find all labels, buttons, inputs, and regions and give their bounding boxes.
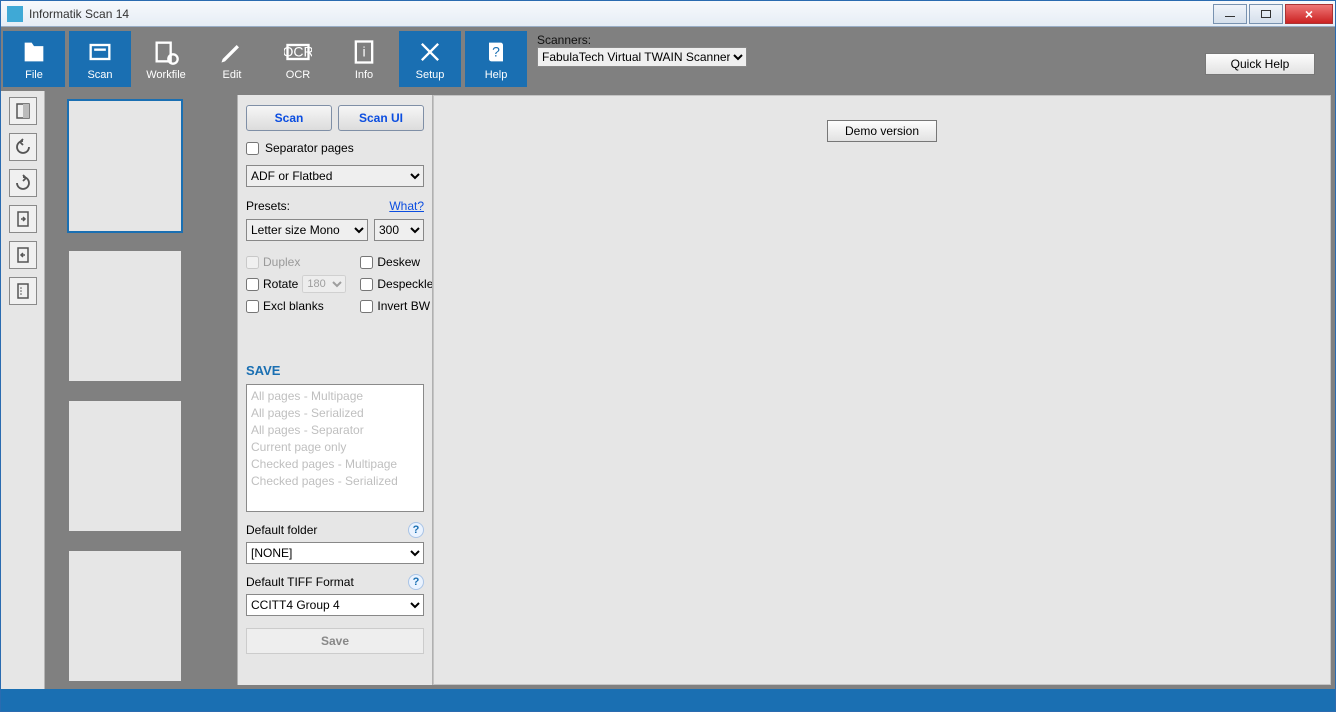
thumbnail[interactable] (69, 401, 181, 531)
toolbar-right: Scanners: FabulaTech Virtual TWAIN Scann… (529, 27, 1335, 91)
page-next-button[interactable] (9, 205, 37, 233)
ocr-label: OCR (286, 69, 310, 81)
help-book-icon: ? (481, 37, 511, 67)
scan-label: Scan (87, 69, 112, 81)
help-label: Help (485, 69, 508, 81)
left-toolstrip (1, 91, 45, 689)
presets-label: Presets: (246, 199, 290, 213)
rotate-angle-dropdown[interactable]: 180 (302, 275, 346, 293)
file-label: File (25, 69, 43, 81)
list-item[interactable]: Current page only (251, 439, 419, 456)
list-item[interactable]: All pages - Serialized (251, 405, 419, 422)
thumbnail-column[interactable] (45, 91, 237, 689)
separator-pages-label: Separator pages (265, 141, 354, 155)
info-label: Info (355, 69, 373, 81)
app-icon (7, 6, 23, 22)
workfile-button[interactable]: Workfile (135, 31, 197, 87)
rotate-checkbox[interactable]: Rotate 180 (246, 275, 346, 293)
scan-button[interactable]: Scan (69, 31, 131, 87)
tools-icon (415, 37, 445, 67)
main-toolbar: File Scan Workfile Edit OCR OCR (1, 27, 1335, 91)
setup-label: Setup (416, 69, 445, 81)
view-page-button[interactable] (9, 97, 37, 125)
folder-icon (19, 37, 49, 67)
list-item[interactable]: All pages - Separator (251, 422, 419, 439)
thumbnail[interactable] (69, 551, 181, 681)
despeckle-checkbox[interactable]: Despeckle (360, 275, 433, 293)
source-dropdown[interactable]: ADF or Flatbed (246, 165, 424, 187)
preset-dropdown[interactable]: Letter size Mono (246, 219, 368, 241)
default-folder-help-icon[interactable]: ? (408, 522, 424, 538)
list-item[interactable]: All pages - Multipage (251, 388, 419, 405)
window-title: Informatik Scan 14 (29, 7, 1213, 21)
svg-text:i: i (362, 44, 365, 60)
status-bar (1, 689, 1335, 711)
info-icon: i (349, 37, 379, 67)
close-button[interactable]: × (1285, 4, 1333, 24)
scanner-selector: Scanners: FabulaTech Virtual TWAIN Scann… (537, 33, 747, 67)
list-item[interactable]: Checked pages - Multipage (251, 456, 419, 473)
setup-button[interactable]: Setup (399, 31, 461, 87)
thumbnail[interactable] (69, 101, 181, 231)
default-folder-label: Default folder (246, 523, 317, 537)
save-button[interactable]: Save (246, 628, 424, 654)
preview-area: Demo version (433, 95, 1331, 685)
duplex-checkbox[interactable]: Duplex (246, 255, 346, 269)
page-prev-button[interactable] (9, 241, 37, 269)
excl-blanks-checkbox[interactable]: Excl blanks (246, 299, 346, 313)
help-button[interactable]: ? Help (465, 31, 527, 87)
ocr-button[interactable]: OCR OCR (267, 31, 329, 87)
rotate-cw-button[interactable] (9, 169, 37, 197)
save-section-header: SAVE (246, 363, 424, 378)
workfile-label: Workfile (146, 69, 186, 81)
tiff-format-dropdown[interactable]: CCITT4 Group 4 (246, 594, 424, 616)
file-button[interactable]: File (3, 31, 65, 87)
save-options-list[interactable]: All pages - Multipage All pages - Serial… (246, 384, 424, 512)
edit-button[interactable]: Edit (201, 31, 263, 87)
window-controls: × (1213, 4, 1335, 24)
dpi-dropdown[interactable]: 300 (374, 219, 424, 241)
separator-pages-checkbox[interactable]: Separator pages (246, 141, 424, 155)
svg-text:?: ? (492, 44, 500, 60)
svg-text:OCR: OCR (284, 44, 312, 60)
scanners-label: Scanners: (537, 33, 747, 47)
minimize-button[interactable] (1213, 4, 1247, 24)
rotate-ccw-button[interactable] (9, 133, 37, 161)
thumbnail[interactable] (69, 251, 181, 381)
demo-version-button[interactable]: Demo version (827, 120, 937, 142)
tiff-format-help-icon[interactable]: ? (408, 574, 424, 590)
titlebar: Informatik Scan 14 × (1, 1, 1335, 27)
page-properties-button[interactable] (9, 277, 37, 305)
panel-scanui-button[interactable]: Scan UI (338, 105, 424, 131)
deskew-checkbox[interactable]: Deskew (360, 255, 433, 269)
default-folder-dropdown[interactable]: [NONE] (246, 542, 424, 564)
edit-label: Edit (223, 69, 242, 81)
tiff-format-label: Default TIFF Format (246, 575, 354, 589)
panel-scan-button[interactable]: Scan (246, 105, 332, 131)
list-item[interactable]: Checked pages - Serialized (251, 473, 419, 490)
pencil-icon (217, 37, 247, 67)
scanner-icon (85, 37, 115, 67)
ocr-icon: OCR (283, 37, 313, 67)
main-area: Scan Scan UI Separator pages ADF or Flat… (1, 91, 1335, 689)
workfile-icon (151, 37, 181, 67)
app-window: Informatik Scan 14 × File Scan Workfile (0, 0, 1336, 712)
settings-panel: Scan Scan UI Separator pages ADF or Flat… (237, 95, 433, 685)
maximize-button[interactable] (1249, 4, 1283, 24)
quick-help-button[interactable]: Quick Help (1205, 53, 1315, 75)
scanners-dropdown[interactable]: FabulaTech Virtual TWAIN Scanner (537, 47, 747, 67)
presets-help-link[interactable]: What? (389, 199, 424, 213)
invert-bw-checkbox[interactable]: Invert BW (360, 299, 433, 313)
info-button[interactable]: i Info (333, 31, 395, 87)
